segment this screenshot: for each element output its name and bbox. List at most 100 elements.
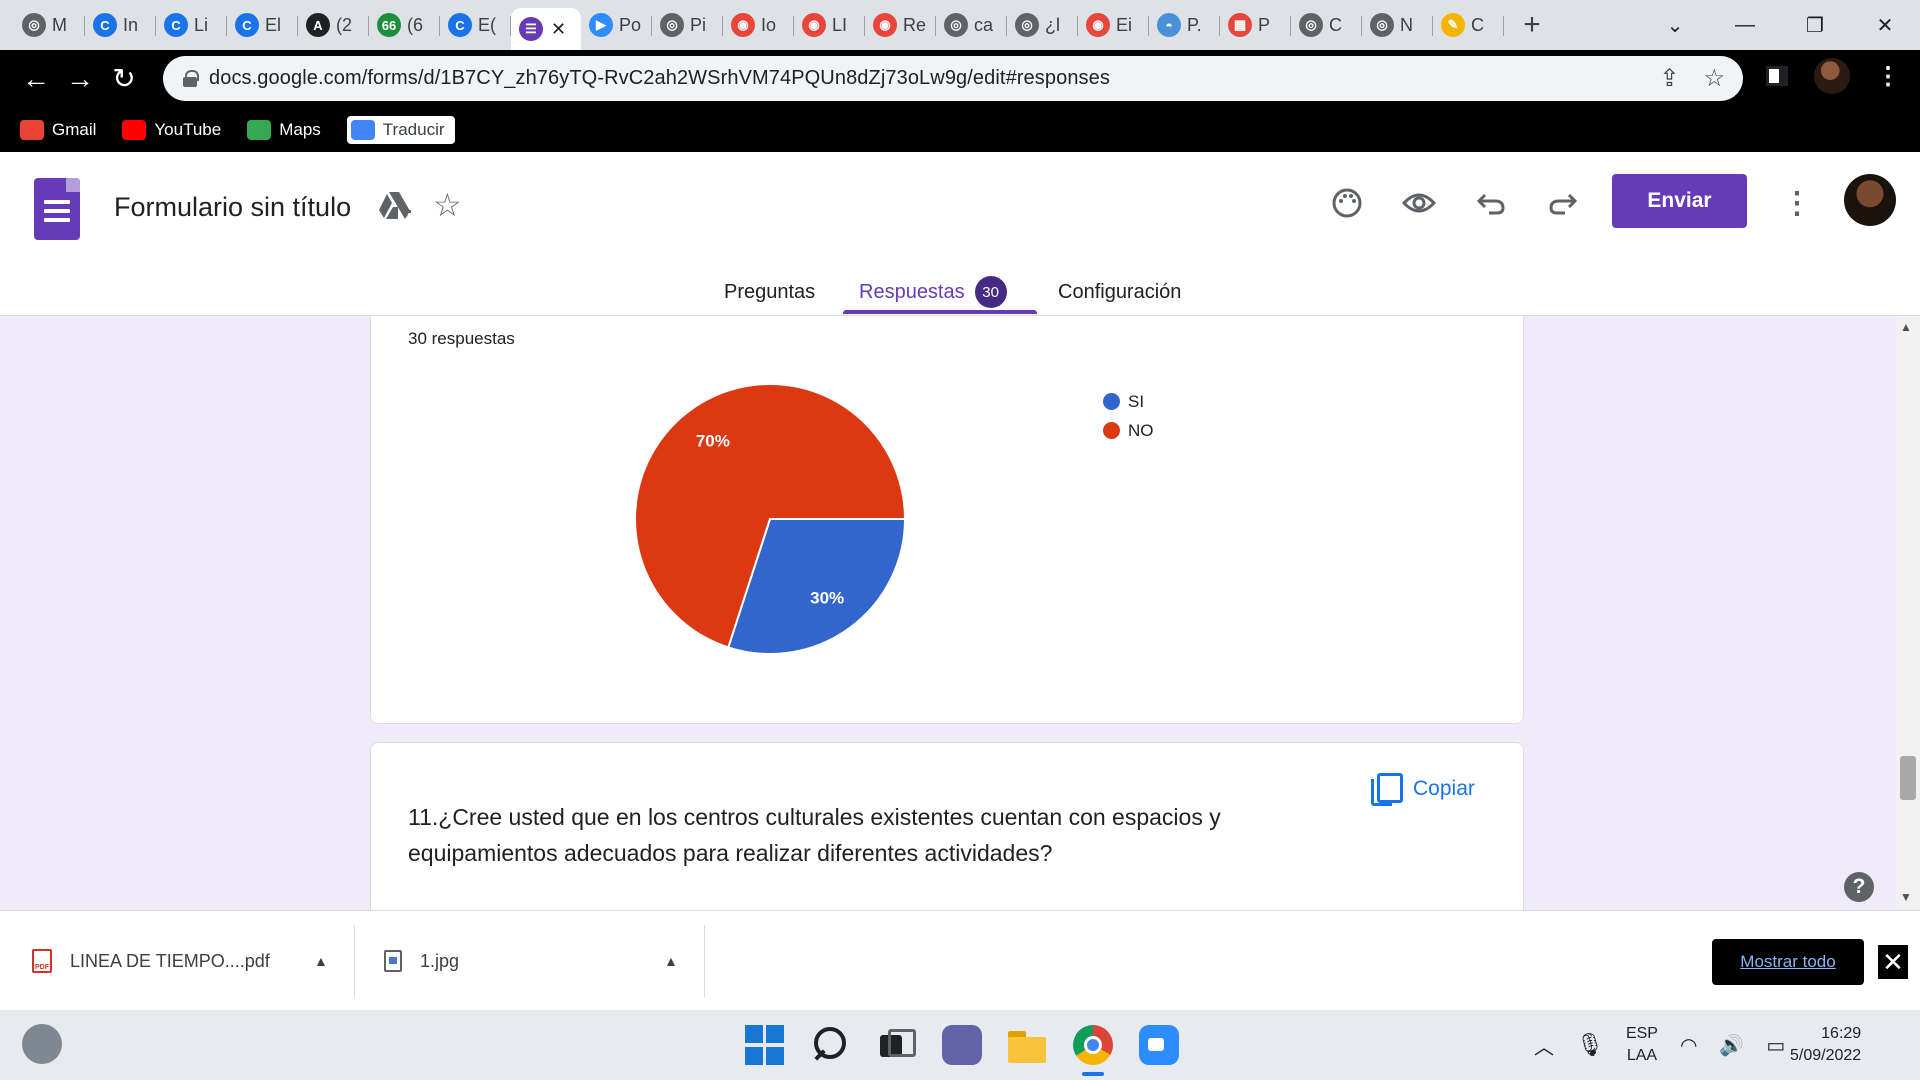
wifi-icon[interactable]: ◠ bbox=[1680, 1033, 1697, 1058]
profile-avatar[interactable] bbox=[1814, 58, 1850, 94]
legend-item-no[interactable]: NO bbox=[1103, 416, 1154, 445]
browser-tab[interactable]: ◎ N bbox=[1362, 5, 1433, 45]
scroll-down-arrow-icon[interactable]: ▼ bbox=[1900, 890, 1912, 904]
side-panel-icon[interactable] bbox=[1766, 66, 1788, 86]
scroll-up-arrow-icon[interactable]: ▲ bbox=[1900, 320, 1912, 334]
chrome-icon: ◎ bbox=[22, 13, 46, 37]
copy-chart-button[interactable]: Copiar bbox=[1371, 773, 1475, 806]
browser-tab[interactable]: ☰ ✕ bbox=[511, 8, 581, 50]
taskbar-clock[interactable]: 16:29 5/09/2022 bbox=[1790, 1023, 1861, 1067]
chevron-up-icon[interactable]: ︿ bbox=[1534, 1031, 1554, 1060]
pie-slice-label: 70% bbox=[696, 431, 730, 450]
start-windows-icon[interactable] bbox=[745, 1025, 785, 1065]
legend-item-si[interactable]: SI bbox=[1103, 387, 1154, 416]
forward-button[interactable]: → bbox=[58, 57, 102, 101]
reload-button[interactable]: ↻ bbox=[102, 57, 146, 101]
microphone-icon[interactable]: 🎙 bbox=[1576, 1032, 1604, 1058]
browser-tab[interactable]: C El bbox=[227, 5, 298, 45]
preview-eye-icon[interactable] bbox=[1398, 182, 1440, 224]
account-avatar[interactable] bbox=[1844, 174, 1896, 226]
browser-tab[interactable]: ✎ C bbox=[1433, 5, 1504, 45]
bookmark-label: Gmail bbox=[52, 119, 97, 139]
c-icon: C bbox=[93, 13, 117, 37]
chrome-icon[interactable] bbox=[1073, 1025, 1113, 1065]
pencil-icon: ✎ bbox=[1441, 13, 1465, 37]
tab-title: E( bbox=[478, 14, 496, 35]
new-tab-button[interactable]: + bbox=[1510, 5, 1554, 45]
bookmark-maps[interactable]: Maps bbox=[247, 119, 321, 140]
undo-icon[interactable] bbox=[1470, 182, 1512, 224]
form-title[interactable]: Formulario sin título bbox=[114, 192, 351, 223]
search-icon[interactable] bbox=[810, 1025, 850, 1065]
back-button[interactable]: ← bbox=[14, 57, 58, 101]
browser-tab[interactable]: C Li bbox=[156, 5, 227, 45]
browser-tab[interactable]: ▦ P bbox=[1220, 5, 1291, 45]
tab-questions[interactable]: Preguntas bbox=[724, 268, 815, 316]
image-file-icon bbox=[384, 950, 402, 972]
browser-tab[interactable]: ◉ Re bbox=[865, 5, 936, 45]
browser-tab[interactable]: C In bbox=[85, 5, 156, 45]
tab-responses[interactable]: Respuestas 30 bbox=[859, 268, 1007, 316]
tab-settings[interactable]: Configuración bbox=[1058, 268, 1181, 316]
browser-tab[interactable]: A (2 bbox=[298, 5, 369, 45]
bookmark-traducir[interactable]: Traducir bbox=[346, 115, 455, 144]
url-text[interactable]: docs.google.com/forms/d/1B7CY_zh76yTQ-Rv… bbox=[209, 67, 1110, 90]
browser-tab[interactable]: ▶ Po bbox=[581, 5, 652, 45]
input-language[interactable]: ESP LAA bbox=[1626, 1023, 1658, 1067]
responses-content: 30 respuestas 30% 70% SI NO Copiar 11.¿Cre… bbox=[0, 316, 1920, 910]
legend-dot bbox=[1103, 422, 1120, 439]
task-view-icon[interactable] bbox=[876, 1025, 916, 1065]
share-icon[interactable]: ⇪ bbox=[1659, 64, 1679, 93]
close-tab-icon[interactable]: ✕ bbox=[551, 19, 566, 40]
close-download-shelf-icon[interactable]: ✕ bbox=[1878, 945, 1908, 979]
browser-tab[interactable]: ◎ Pi bbox=[652, 5, 723, 45]
address-bar[interactable]: docs.google.com/forms/d/1B7CY_zh76yTQ-Rv… bbox=[163, 56, 1743, 101]
pdf-file-icon: PDF bbox=[32, 949, 52, 973]
close-window-button[interactable]: ✕ bbox=[1850, 0, 1920, 50]
tab-search-button[interactable]: ⌄ bbox=[1640, 0, 1710, 50]
google-forms-logo-icon[interactable] bbox=[34, 178, 80, 240]
more-options-icon[interactable]: ⋮ bbox=[1782, 186, 1812, 221]
browser-tab[interactable]: 66 (6 bbox=[369, 5, 440, 45]
redo-icon[interactable] bbox=[1542, 182, 1584, 224]
restore-button[interactable]: ❐ bbox=[1780, 0, 1850, 50]
star-icon[interactable]: ☆ bbox=[433, 186, 462, 224]
teams-chat-icon[interactable] bbox=[942, 1025, 982, 1065]
move-to-drive-icon[interactable] bbox=[378, 190, 412, 222]
browser-tab[interactable]: ◎ C bbox=[1291, 5, 1362, 45]
palette-icon[interactable] bbox=[1326, 182, 1368, 224]
c-icon: C bbox=[448, 13, 472, 37]
browser-tab[interactable]: ◉ Io bbox=[723, 5, 794, 45]
page-scrollbar[interactable] bbox=[1896, 316, 1920, 910]
browser-tab[interactable]: ◓ P. bbox=[1149, 5, 1220, 45]
battery-icon[interactable]: ▭ bbox=[1766, 1033, 1785, 1058]
download-item-pdf[interactable]: PDF LINEA DE TIEMPO....pdf bbox=[32, 933, 270, 989]
help-icon[interactable]: ? bbox=[1844, 872, 1874, 902]
chevron-up-icon[interactable]: ▲ bbox=[664, 953, 678, 969]
active-tab-indicator bbox=[843, 310, 1037, 314]
send-button[interactable]: Enviar bbox=[1612, 174, 1747, 228]
show-all-downloads-button[interactable]: Mostrar todo bbox=[1712, 939, 1864, 985]
browser-tab[interactable]: ◉ LI bbox=[794, 5, 865, 45]
weather-icon[interactable] bbox=[22, 1024, 62, 1064]
download-divider bbox=[704, 925, 705, 997]
chevron-up-icon[interactable]: ▲ bbox=[314, 953, 328, 969]
minimize-button[interactable]: — bbox=[1710, 0, 1780, 50]
browser-tab[interactable]: ◎ M bbox=[14, 5, 85, 45]
browser-tab[interactable]: ◎ ¿l bbox=[1007, 5, 1078, 45]
bookmark-youtube[interactable]: YouTube bbox=[122, 119, 221, 140]
arrow-left-icon: ← bbox=[22, 62, 50, 94]
bookmark-gmail[interactable]: Gmail bbox=[20, 119, 97, 140]
browser-tab[interactable]: ◎ ca bbox=[936, 5, 1007, 45]
zoom-app-icon[interactable] bbox=[1139, 1025, 1179, 1065]
scrollbar-thumb[interactable] bbox=[1900, 756, 1916, 800]
globe-icon: ◎ bbox=[660, 13, 684, 37]
globe-icon: ◎ bbox=[1015, 13, 1039, 37]
volume-icon[interactable]: 🔊 bbox=[1719, 1033, 1744, 1058]
browser-tab[interactable]: ◉ Ei bbox=[1078, 5, 1149, 45]
browser-tab[interactable]: C E( bbox=[440, 5, 511, 45]
browser-menu-icon[interactable]: ⋮ bbox=[1876, 62, 1900, 91]
bookmark-star-icon[interactable]: ☆ bbox=[1703, 64, 1725, 93]
file-explorer-icon[interactable] bbox=[1008, 1025, 1048, 1065]
download-item-image[interactable]: 1.jpg bbox=[384, 933, 459, 989]
